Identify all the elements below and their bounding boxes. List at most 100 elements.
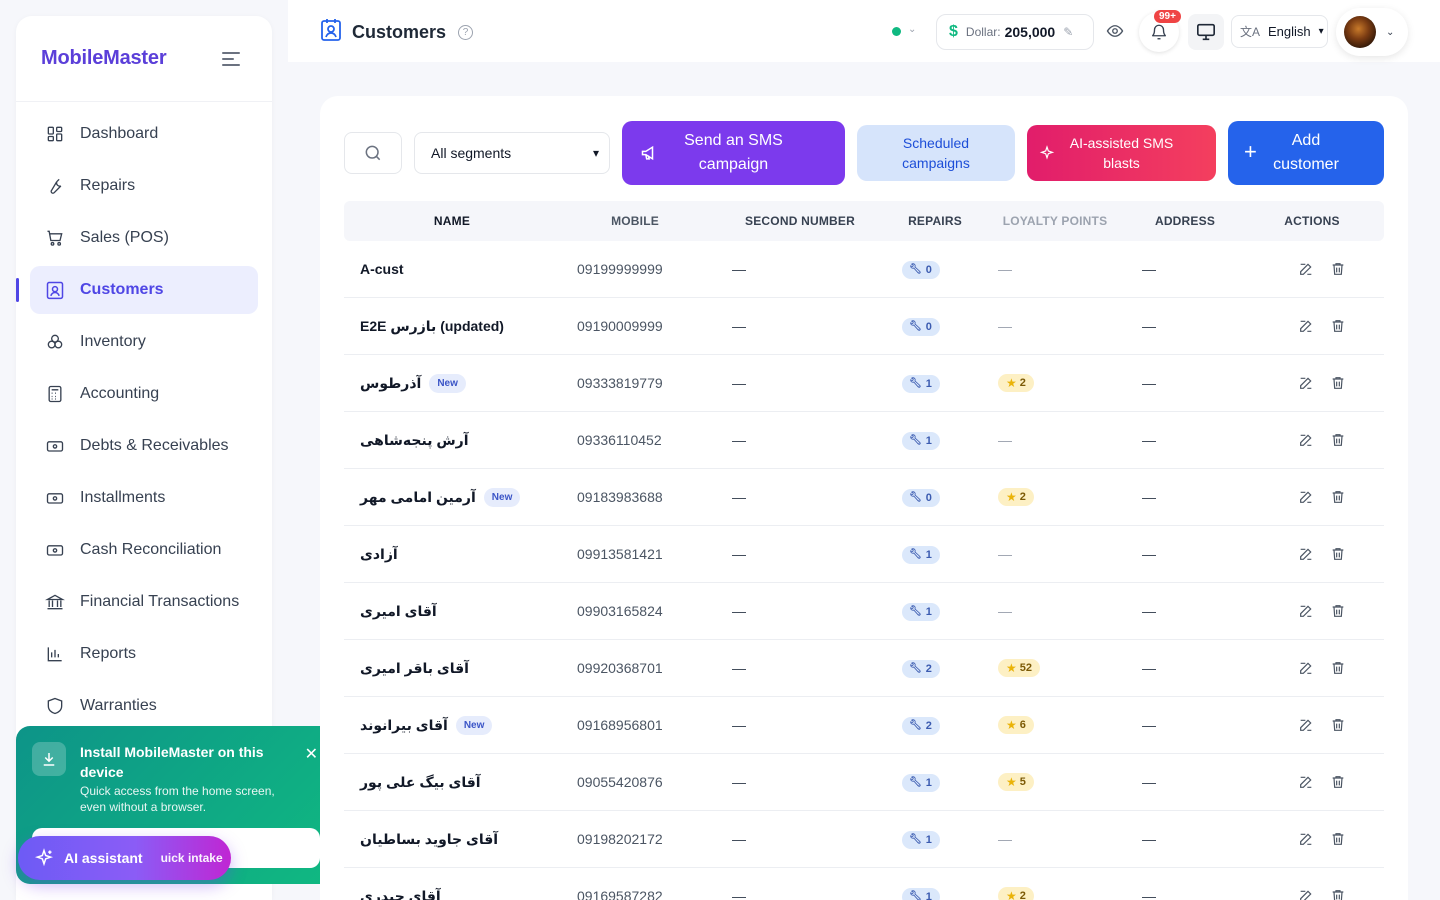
- table-row[interactable]: آقای باقر امیری 09920368701 — 🔧︎ 2 ★ 52 —: [344, 640, 1384, 697]
- monitor-icon[interactable]: [1188, 14, 1224, 50]
- table-row[interactable]: آذرطوس New 09333819779 — 🔧︎ 1 ★ 2 —: [344, 355, 1384, 412]
- status-indicator[interactable]: [892, 27, 901, 36]
- language-select[interactable]: 文A English ▾: [1231, 15, 1328, 48]
- edit-icon[interactable]: [1296, 829, 1316, 849]
- repairs-pill[interactable]: 🔧︎ 0: [902, 317, 940, 336]
- table-row[interactable]: آقای حیدری 09169587282 — 🔧︎ 1 ★ 2 —: [344, 868, 1384, 900]
- sidebar-item-debts-receivables[interactable]: Debts & Receivables: [30, 422, 258, 470]
- sidebar-item-dashboard[interactable]: Dashboard: [30, 110, 258, 158]
- col-mobile[interactable]: MOBILE: [560, 214, 710, 228]
- table-row[interactable]: آزادی 09913581421 — 🔧︎ 1 — —: [344, 526, 1384, 583]
- table-row[interactable]: آقای امیری 09903165824 — 🔧︎ 1 — —: [344, 583, 1384, 640]
- sidebar-item-reports[interactable]: Reports: [30, 630, 258, 678]
- sidebar-item-label: Cash Reconciliation: [80, 541, 222, 558]
- repairs-pill[interactable]: 🔧︎ 1: [902, 602, 940, 621]
- edit-icon[interactable]: [1296, 316, 1316, 336]
- chevron-down-icon: ▾: [592, 146, 599, 160]
- edit-icon[interactable]: [1296, 259, 1316, 279]
- sidebar-item-installments[interactable]: Installments: [30, 474, 258, 522]
- sidebar-item-warranties[interactable]: Warranties: [30, 682, 258, 730]
- edit-icon[interactable]: [1296, 373, 1316, 393]
- repairs-pill[interactable]: 🔧︎ 1: [902, 545, 940, 564]
- edit-icon[interactable]: [1296, 430, 1316, 450]
- col-address[interactable]: ADDRESS: [1130, 214, 1240, 228]
- segment-select[interactable]: All segments ▾: [414, 132, 610, 174]
- trash-icon[interactable]: [1328, 715, 1348, 735]
- sidebar-item-customers[interactable]: Customers: [16, 266, 258, 314]
- table-row[interactable]: آقای جاوید بساطیان 09198202172 — 🔧︎ 1 — —: [344, 811, 1384, 868]
- sidebar-item-cash-reconciliation[interactable]: Cash Reconciliation: [30, 526, 258, 574]
- ai-assistant-button[interactable]: AI assistant uick intake: [18, 836, 231, 880]
- search-button[interactable]: [344, 132, 402, 174]
- trash-icon[interactable]: [1328, 430, 1348, 450]
- cell-address: —: [1142, 261, 1156, 277]
- trash-icon[interactable]: [1328, 658, 1348, 678]
- table-row[interactable]: آقای بیگ علی پور 09055420876 — 🔧︎ 1 ★ 5 —: [344, 754, 1384, 811]
- repairs-pill[interactable]: 🔧︎ 1: [902, 830, 940, 849]
- chevron-down-icon[interactable]: ⌄: [908, 24, 916, 35]
- repairs-pill[interactable]: 🔧︎ 2: [902, 659, 940, 678]
- menu-toggle-icon[interactable]: [222, 51, 240, 66]
- col-loyalty[interactable]: LOYALTY POINTS: [980, 214, 1130, 228]
- ai-sms-blasts-button[interactable]: AI-assisted SMS blasts: [1027, 125, 1216, 181]
- col-second-number[interactable]: SECOND NUMBER: [710, 214, 890, 228]
- table-row[interactable]: آقای بیرانوند New 09168956801 — 🔧︎ 2 ★ 6 —: [344, 697, 1384, 754]
- sidebar-item-sales-pos[interactable]: Sales (POS): [30, 214, 258, 262]
- table-row[interactable]: آرش پنجه‌شاهی 09336110452 — 🔧︎ 1 — —: [344, 412, 1384, 469]
- sidebar-item-accounting[interactable]: Accounting: [30, 370, 258, 418]
- table-row[interactable]: آرمین امامی مهر New 09183983688 — 🔧︎ 0 ★ 2 —: [344, 469, 1384, 526]
- customer-name: آرمین امامی مهر: [360, 488, 476, 505]
- cell-repairs: 🔧︎ 0: [890, 487, 980, 507]
- repairs-pill[interactable]: 🔧︎ 0: [902, 260, 940, 279]
- repairs-pill[interactable]: 🔧︎ 1: [902, 773, 940, 792]
- eye-icon[interactable]: [1106, 22, 1124, 45]
- wrench-icon: 🔧︎: [909, 777, 922, 789]
- repairs-pill[interactable]: 🔧︎ 2: [902, 716, 940, 735]
- dollar-rate[interactable]: $ Dollar: 205,000 ✎: [936, 14, 1094, 50]
- dollar-value: 205,000: [1004, 24, 1056, 40]
- trash-icon[interactable]: [1328, 601, 1348, 621]
- trash-icon[interactable]: [1328, 259, 1348, 279]
- table-row[interactable]: E2E بازرس (updated) 09190009999 — 🔧︎ 0 — —: [344, 298, 1384, 355]
- wrench-icon: 🔧︎: [909, 321, 922, 333]
- profile-menu[interactable]: ⌄: [1336, 8, 1408, 56]
- repairs-pill[interactable]: 🔧︎ 1: [902, 374, 940, 393]
- trash-icon[interactable]: [1328, 829, 1348, 849]
- add-customer-button[interactable]: + Add customer: [1228, 121, 1384, 185]
- repairs-pill[interactable]: 🔧︎ 1: [902, 887, 940, 900]
- trash-icon[interactable]: [1328, 772, 1348, 792]
- help-icon[interactable]: ?: [458, 25, 474, 40]
- wrench-icon: 🔧︎: [909, 891, 922, 900]
- scheduled-campaigns-button[interactable]: Scheduled campaigns: [857, 125, 1015, 181]
- close-icon[interactable]: ✕: [305, 744, 318, 764]
- loyalty-value: 52: [1019, 662, 1033, 674]
- trash-icon[interactable]: [1328, 373, 1348, 393]
- cell-loyalty: —: [980, 432, 1130, 448]
- col-repairs[interactable]: REPAIRS: [890, 214, 980, 228]
- sidebar-item-inventory[interactable]: Inventory: [30, 318, 258, 366]
- loyalty-empty: —: [998, 603, 1012, 619]
- repairs-pill[interactable]: 🔧︎ 1: [902, 431, 940, 450]
- edit-icon[interactable]: [1296, 886, 1316, 900]
- sidebar-item-financial-transactions[interactable]: Financial Transactions: [30, 578, 258, 626]
- edit-icon[interactable]: [1296, 544, 1316, 564]
- edit-icon[interactable]: [1296, 487, 1316, 507]
- col-name[interactable]: NAME: [344, 214, 560, 228]
- bell-icon: [1151, 24, 1167, 40]
- trash-icon[interactable]: [1328, 487, 1348, 507]
- table-row[interactable]: A-cust 09199999999 — 🔧︎ 0 — —: [344, 241, 1384, 298]
- sched-btn-line1: Scheduled: [902, 135, 970, 151]
- trash-icon[interactable]: [1328, 886, 1348, 900]
- edit-icon[interactable]: [1296, 601, 1316, 621]
- trash-icon[interactable]: [1328, 544, 1348, 564]
- cell-repairs: 🔧︎ 1: [890, 430, 980, 450]
- trash-icon[interactable]: [1328, 316, 1348, 336]
- edit-icon[interactable]: ✎: [1063, 25, 1073, 39]
- edit-icon[interactable]: [1296, 772, 1316, 792]
- loyalty-empty: —: [998, 546, 1012, 562]
- send-sms-campaign-button[interactable]: Send an SMS campaign: [622, 121, 845, 185]
- edit-icon[interactable]: [1296, 658, 1316, 678]
- repairs-pill[interactable]: 🔧︎ 0: [902, 488, 940, 507]
- sidebar-item-repairs[interactable]: Repairs: [30, 162, 258, 210]
- edit-icon[interactable]: [1296, 715, 1316, 735]
